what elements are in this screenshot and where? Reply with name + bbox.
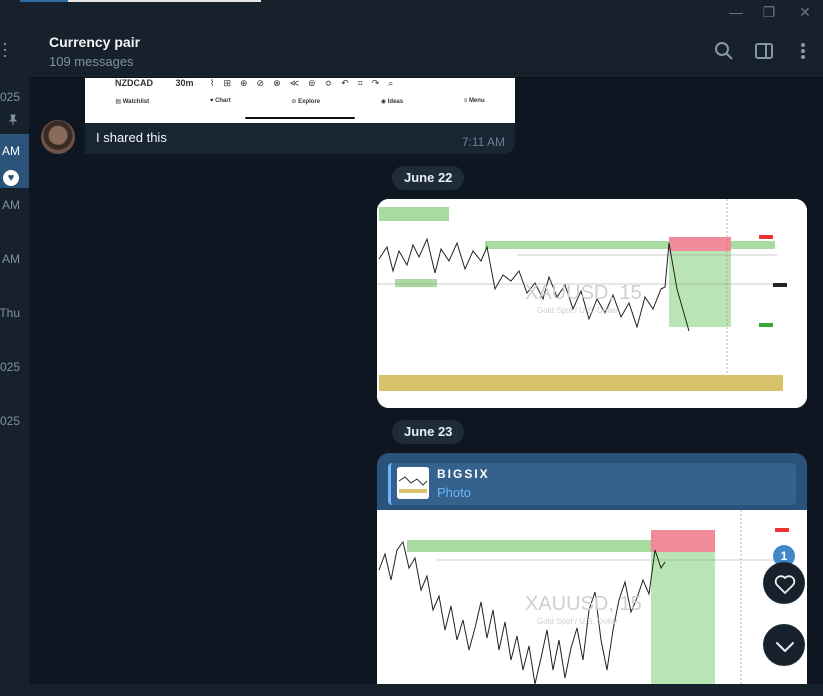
chat-list-item[interactable]: 025	[0, 350, 29, 404]
chat-time: AM	[2, 144, 20, 158]
sidebar-toggle-icon[interactable]	[754, 41, 774, 61]
more-options-icon[interactable]	[793, 41, 813, 61]
chat-list-item[interactable]: 025	[0, 80, 29, 134]
chat-list-item-active[interactable]: AM ♥	[0, 134, 29, 188]
chart-watermark-sub: Gold Spot / U.S. Dollar	[537, 617, 618, 626]
heart-outline-icon	[774, 575, 796, 594]
incoming-message[interactable]: NZDCAD 30m ⌇⊞⊕⊘⊗≪⊜≎↶⌗↷⌕ ▤ Watchlist ♥ Ch…	[85, 78, 515, 154]
chart-watermark: XAUUSD, 15	[525, 593, 642, 615]
chevron-down-icon	[776, 642, 794, 652]
toolbar-interval: 30m	[175, 78, 194, 88]
chat-time: 025	[0, 360, 20, 374]
chat-time: Thu	[0, 306, 20, 320]
message-composer[interactable]	[29, 684, 823, 696]
avatar[interactable]	[41, 120, 75, 154]
window-titlebar: — ❐ ✕	[0, 0, 823, 24]
close-icon[interactable]: ✕	[796, 3, 814, 21]
nav-chart: ♥ Chart	[209, 98, 231, 104]
search-icon[interactable]	[714, 41, 734, 61]
home-indicator	[245, 117, 355, 119]
chart-tools-icon: ⌇⊞⊕⊘⊗≪⊜≎↶⌗↷⌕	[210, 78, 403, 88]
photo-toolbar: NZDCAD 30m ⌇⊞⊕⊘⊗≪⊜≎↶⌗↷⌕	[115, 78, 402, 89]
forward-kind: Photo	[437, 485, 471, 500]
trading-chart-image: XAUUSD, 15 Gold Spot / U.S. Dollar	[377, 510, 807, 684]
chart-watermark: XAUUSD, 15	[525, 282, 642, 304]
nav-explore: ⊘ Explore	[291, 99, 321, 105]
chat-header[interactable]: Currency pair 109 messages	[29, 24, 823, 78]
forward-thumbnail	[397, 467, 429, 499]
heart-icon: ♥	[3, 170, 19, 186]
chat-list-strip: · · · 025 AM ♥ AM AM Thu 025 025	[0, 24, 29, 696]
menu-dots-icon[interactable]: · · ·	[2, 34, 12, 64]
chart-watermark-sub: Gold Spot / U.S. Dollar	[537, 306, 618, 315]
chat-time: AM	[2, 252, 20, 266]
tab-accent	[20, 0, 68, 2]
pin-icon	[7, 114, 19, 126]
chat-list-item[interactable]: 025	[0, 404, 29, 458]
photo-nav-row: ▤ Watchlist ♥ Chart ⊘ Explore ◉ Ideas ≡ …	[85, 98, 515, 105]
nav-ideas: ◉ Ideas	[380, 99, 404, 105]
restore-icon[interactable]: ❐	[760, 3, 778, 21]
trading-chart-image: XAUUSD, 15 Gold Spot / U.S. Dollar	[377, 199, 807, 408]
chat-list-item[interactable]: AM	[0, 242, 29, 296]
chat-time: AM	[2, 198, 20, 212]
chat-area[interactable]: NZDCAD 30m ⌇⊞⊕⊘⊗≪⊜≎↶⌗↷⌕ ▤ Watchlist ♥ Ch…	[29, 78, 823, 684]
scroll-to-bottom-button[interactable]	[763, 624, 805, 666]
message-text: I shared this	[96, 130, 167, 145]
outgoing-photo[interactable]: XAUUSD, 15 Gold Spot / U.S. Dollar	[377, 199, 807, 408]
forwarded-photo[interactable]: XAUUSD, 15 Gold Spot / U.S. Dollar	[377, 510, 807, 684]
message-photo[interactable]: NZDCAD 30m ⌇⊞⊕⊘⊗≪⊜≎↶⌗↷⌕ ▤ Watchlist ♥ Ch…	[85, 78, 515, 123]
tab-highlight	[68, 0, 261, 2]
date-separator: June 22	[392, 166, 465, 190]
date-separator: June 23	[392, 420, 465, 444]
message-time: 7:11 AM	[461, 135, 505, 149]
chat-list-item[interactable]: Thu	[0, 296, 29, 350]
reactions-button[interactable]	[763, 562, 805, 604]
forwarded-message[interactable]: BIGSIX Photo XAUUSD, 15 Gold Spot / U.S.…	[377, 453, 807, 684]
chat-time: 025	[0, 414, 20, 428]
chat-time: 025	[0, 90, 20, 104]
chat-list-item[interactable]: AM	[0, 188, 29, 242]
nav-menu: ≡ Menu	[463, 98, 485, 104]
message-count: 109 messages	[49, 54, 134, 69]
chat-title: Currency pair	[49, 34, 141, 50]
toolbar-symbol: NZDCAD	[115, 78, 153, 88]
nav-watchlist: ▤ Watchlist	[115, 99, 150, 105]
forward-header[interactable]: BIGSIX Photo	[388, 463, 796, 505]
forward-sender: BIGSIX	[437, 467, 490, 481]
minimize-icon[interactable]: —	[727, 3, 745, 21]
